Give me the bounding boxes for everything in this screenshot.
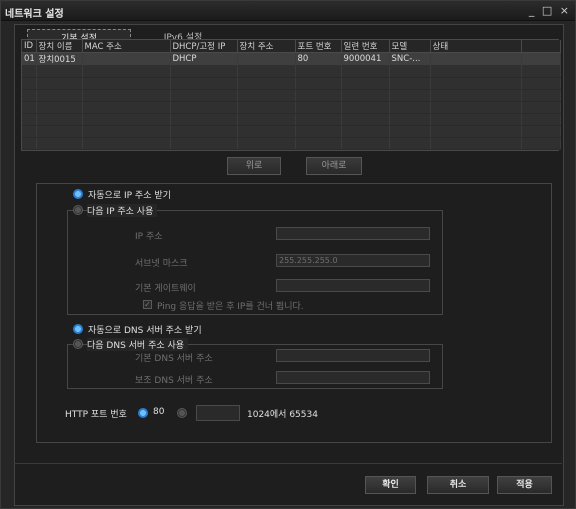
secondary-dns-field[interactable] [276, 371, 430, 384]
cell-port: 80 [295, 52, 342, 65]
column-header-id[interactable]: ID [22, 40, 37, 53]
cell-status [430, 52, 522, 65]
manual-dns-radio[interactable] [73, 339, 83, 349]
auto-ip-radio[interactable] [73, 189, 83, 199]
http-port-custom-radio[interactable] [177, 408, 187, 418]
close-icon[interactable]: × [560, 4, 571, 17]
http-port-custom-field[interactable] [196, 405, 240, 421]
cell-device-name: 장치0015 [36, 52, 83, 65]
cell-device-address [237, 52, 296, 65]
table-row-empty [22, 113, 561, 126]
subnet-mask-label: 서브넷 마스크 [135, 259, 188, 269]
gateway-field[interactable] [276, 279, 430, 292]
cell-serial: 9000041 [341, 52, 390, 65]
auto-dns-label: 자동으로 DNS 서버 주소 받기 [88, 326, 202, 336]
footer-divider [14, 463, 562, 464]
cell-id: 01 [22, 52, 37, 65]
column-header-status[interactable]: 상태 [430, 40, 522, 53]
column-header-device-address[interactable]: 장치 주소 [237, 40, 296, 53]
column-header-filler [521, 40, 561, 53]
auto-dns-radio[interactable] [73, 324, 83, 334]
auto-ip-label: 자동으로 IP 주소 받기 [88, 191, 171, 201]
ok-button[interactable]: 확인 [365, 476, 416, 494]
http-port-default-radio[interactable] [138, 408, 148, 418]
window-controls: _ □ × [529, 4, 571, 17]
table-row-empty [22, 77, 561, 90]
maximize-icon[interactable]: □ [542, 4, 554, 17]
column-header-serial[interactable]: 일련 번호 [341, 40, 390, 53]
http-port-range-hint: 1024에서 65534 [247, 410, 318, 420]
cell-dhcp-static: DHCP [170, 52, 238, 65]
move-up-button[interactable]: 위로 [227, 157, 281, 175]
minimize-icon[interactable]: _ [529, 4, 537, 17]
table-row-empty [22, 89, 561, 102]
apply-button[interactable]: 적용 [497, 476, 552, 494]
network-settings-window: 네트워크 설정 _ □ × 기본 설정 IPv6 설정 ID 장치 이름 MAC… [0, 0, 576, 509]
ping-skip-label: Ping 응답을 받은 후 IP를 건너 뜁니다. [157, 302, 304, 312]
cell-filler [521, 52, 561, 65]
ip-address-label: IP 주소 [135, 232, 163, 242]
move-down-button[interactable]: 아래로 [306, 157, 362, 175]
column-header-mac-address[interactable]: MAC 주소 [82, 40, 171, 53]
manual-ip-radio[interactable] [73, 205, 83, 215]
column-header-model[interactable]: 모델 [389, 40, 431, 53]
window-title: 네트워크 설정 [5, 9, 64, 20]
ip-address-field[interactable] [276, 227, 430, 240]
http-port-default-value: 80 [153, 407, 165, 417]
device-table[interactable]: ID 장치 이름 MAC 주소 DHCP/고정 IP 장치 주소 포트 번호 일… [21, 39, 561, 151]
column-header-dhcp-static[interactable]: DHCP/고정 IP [170, 40, 238, 53]
cell-mac-address [82, 52, 171, 65]
title-bar[interactable]: 네트워크 설정 _ □ × [1, 1, 575, 21]
table-row[interactable]: 01 장치0015 DHCP 80 9000041 SNC-... [22, 52, 561, 65]
http-port-label: HTTP 포트 번호 [65, 410, 127, 420]
table-row-empty [22, 65, 561, 78]
cancel-button[interactable]: 취소 [427, 476, 489, 494]
ping-skip-checkbox[interactable]: ✓ [143, 300, 152, 309]
secondary-dns-label: 보조 DNS 서버 주소 [135, 376, 213, 386]
table-row-empty [22, 125, 561, 138]
column-header-port[interactable]: 포트 번호 [295, 40, 342, 53]
primary-dns-label: 기본 DNS 서버 주소 [135, 354, 213, 364]
table-header-row: ID 장치 이름 MAC 주소 DHCP/고정 IP 장치 주소 포트 번호 일… [22, 40, 561, 53]
table-row-empty [22, 101, 561, 114]
gateway-label: 기본 게이트웨이 [135, 284, 196, 294]
manual-dns-label: 다음 DNS 서버 주소 사용 [87, 338, 189, 351]
subnet-mask-field[interactable]: 255.255.255.0 [276, 254, 430, 267]
manual-ip-label: 다음 IP 주소 사용 [87, 204, 158, 217]
cell-model: SNC-... [389, 52, 431, 65]
column-header-device-name[interactable]: 장치 이름 [36, 40, 83, 53]
table-row-empty [22, 137, 561, 150]
primary-dns-field[interactable] [276, 349, 430, 362]
